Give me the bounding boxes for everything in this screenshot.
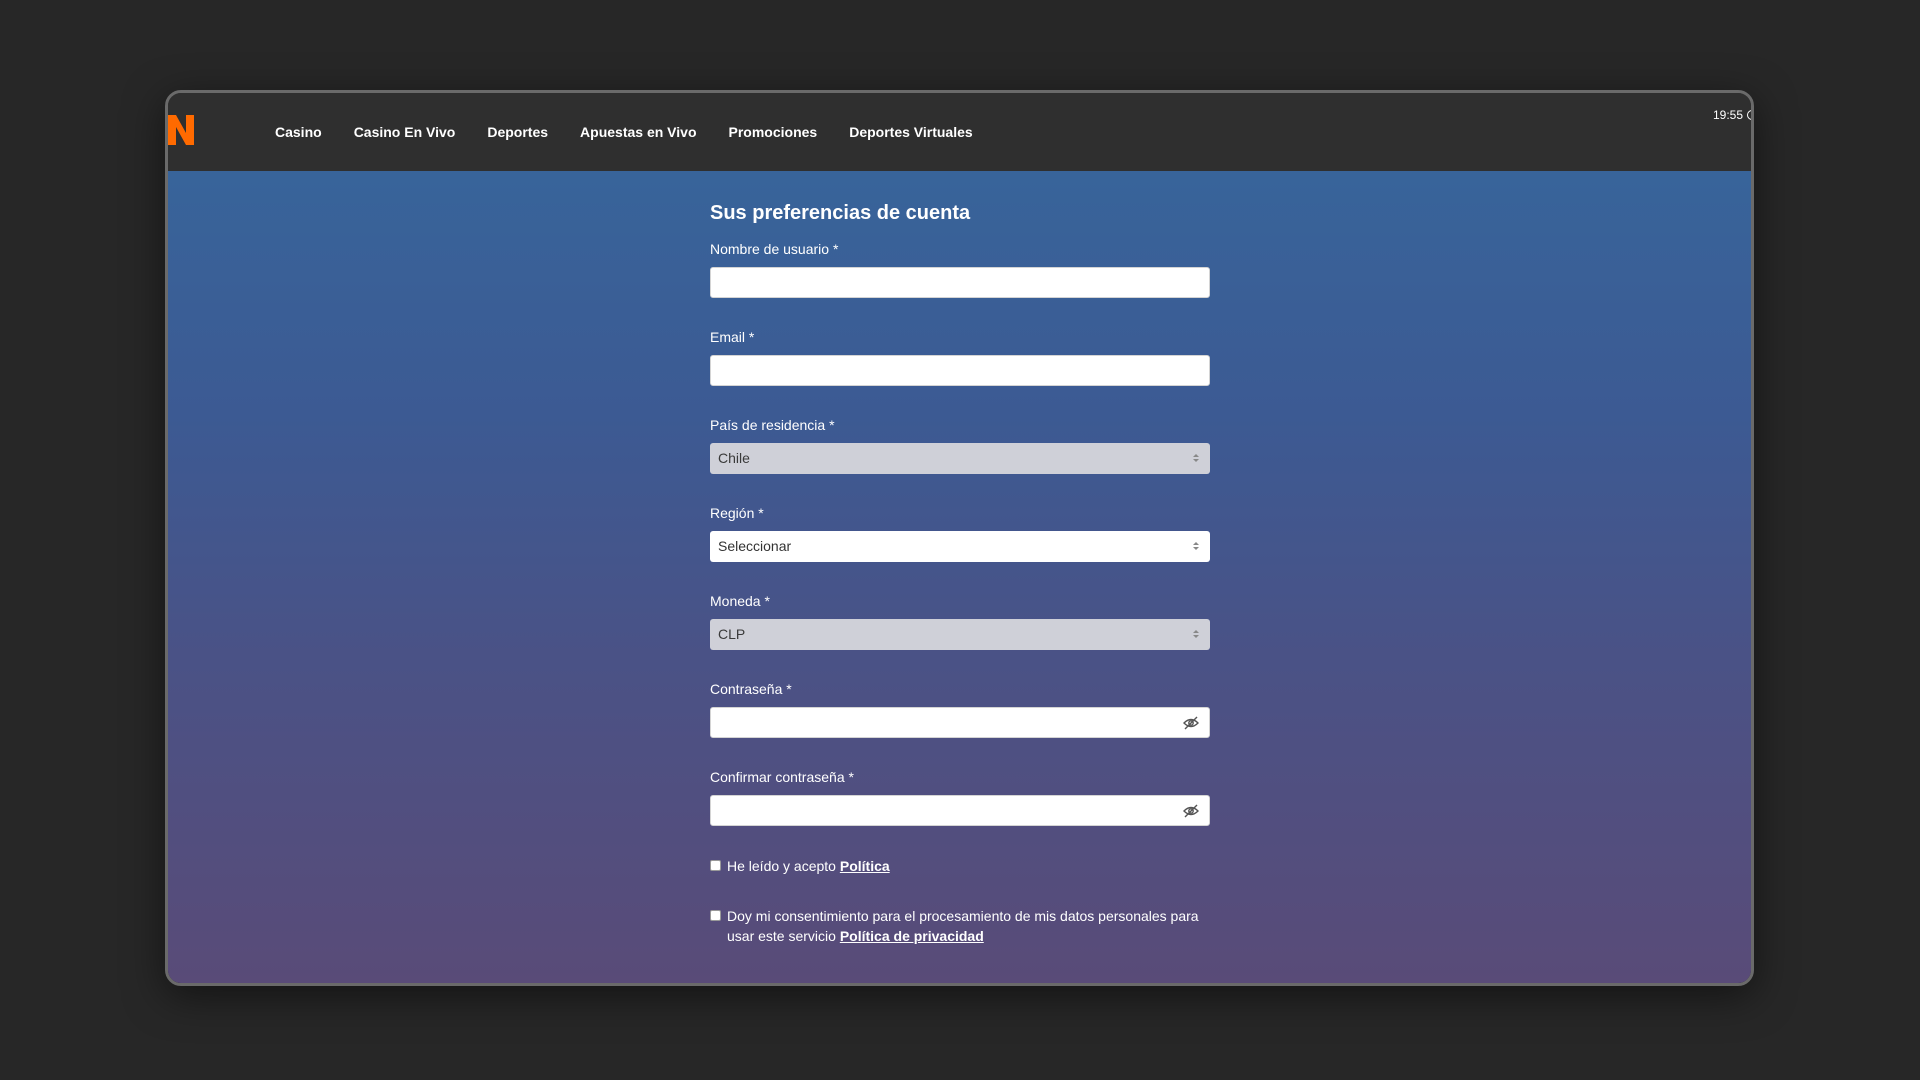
username-input[interactable] bbox=[710, 267, 1210, 298]
n-logo-icon[interactable] bbox=[168, 115, 194, 145]
currency-label: Moneda * bbox=[710, 593, 770, 609]
account-preferences-form: Sus preferencias de cuenta Nombre de usu… bbox=[710, 171, 1210, 946]
select-arrows-icon bbox=[1193, 630, 1199, 638]
nav-item-deportes-virtuales[interactable]: Deportes Virtuales bbox=[849, 124, 972, 140]
confirm-password-label: Confirmar contraseña * bbox=[710, 769, 854, 785]
top-navigation-bar: Casino Casino En Vivo Deportes Apuestas … bbox=[168, 93, 1751, 171]
policy-check-label: He leído y acepto bbox=[727, 858, 840, 874]
region-label: Región * bbox=[710, 505, 764, 521]
page-content: Sus preferencias de cuenta Nombre de usu… bbox=[168, 171, 1751, 983]
select-arrows-icon bbox=[1193, 542, 1199, 550]
confirm-password-input[interactable] bbox=[710, 795, 1210, 826]
nav-item-promociones[interactable]: Promociones bbox=[729, 124, 818, 140]
country-select[interactable]: Chile bbox=[710, 443, 1210, 474]
page-title: Sus preferencias de cuenta bbox=[710, 202, 971, 224]
email-label: Email * bbox=[710, 329, 755, 345]
password-label: Contraseña * bbox=[710, 681, 792, 697]
clock: 19:55 bbox=[1713, 108, 1751, 122]
policy-check-row: He leído y acepto Política bbox=[710, 856, 1210, 876]
clock-time: 19:55 bbox=[1712, 108, 1743, 122]
currency-select-value: CLP bbox=[718, 626, 746, 642]
country-label: País de residencia * bbox=[710, 417, 835, 433]
privacy-check-row: Doy mi consentimiento para el procesamie… bbox=[710, 906, 1210, 946]
nav-item-casino[interactable]: Casino bbox=[275, 124, 322, 140]
policy-checkbox[interactable] bbox=[710, 860, 721, 871]
region-select-value: Seleccionar bbox=[718, 538, 792, 554]
nav-item-apuestas-en-vivo[interactable]: Apuestas en Vivo bbox=[580, 124, 696, 140]
privacy-check-text: Doy mi consentimiento para el procesamie… bbox=[727, 906, 1210, 946]
main-nav: Casino Casino En Vivo Deportes Apuestas … bbox=[275, 93, 1005, 171]
browser-window: Casino Casino En Vivo Deportes Apuestas … bbox=[165, 90, 1754, 986]
privacy-checkbox[interactable] bbox=[710, 910, 721, 921]
region-select[interactable]: Seleccionar bbox=[710, 531, 1210, 562]
currency-select[interactable]: CLP bbox=[710, 619, 1210, 650]
eye-slash-icon[interactable] bbox=[1183, 716, 1199, 730]
username-label: Nombre de usuario * bbox=[710, 241, 839, 257]
password-input[interactable] bbox=[710, 707, 1210, 738]
policy-link[interactable]: Política bbox=[840, 858, 890, 874]
clock-icon bbox=[1747, 110, 1751, 120]
nav-item-casino-en-vivo[interactable]: Casino En Vivo bbox=[354, 124, 456, 140]
policy-check-text: He leído y acepto Política bbox=[727, 856, 890, 876]
email-input[interactable] bbox=[710, 355, 1210, 386]
country-select-value: Chile bbox=[718, 450, 750, 466]
nav-item-deportes[interactable]: Deportes bbox=[487, 124, 548, 140]
eye-slash-icon[interactable] bbox=[1183, 804, 1199, 818]
select-arrows-icon bbox=[1193, 454, 1199, 462]
privacy-policy-link[interactable]: Política de privacidad bbox=[840, 928, 984, 944]
